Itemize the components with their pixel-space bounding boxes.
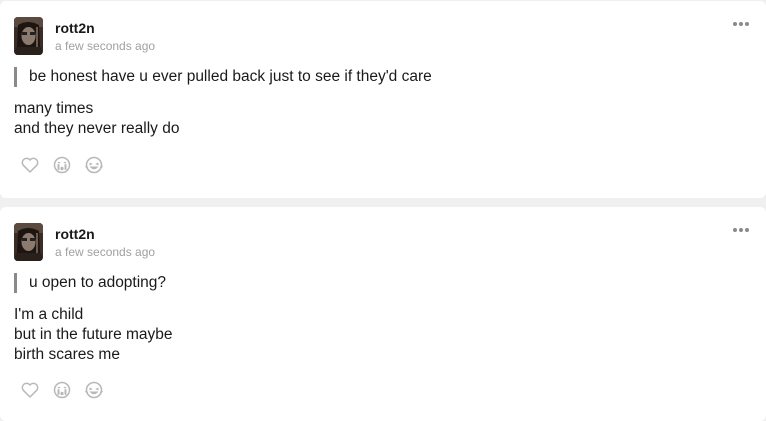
- username[interactable]: rott2n: [55, 225, 95, 243]
- laugh-reaction-button[interactable]: [84, 380, 104, 405]
- heart-icon: [20, 380, 40, 405]
- question-quote: u open to adopting?: [14, 273, 166, 293]
- laughing-face-icon: [84, 155, 104, 180]
- like-button[interactable]: [20, 157, 40, 177]
- avatar[interactable]: [14, 223, 43, 261]
- post-feed: rott2n a few seconds ago be honest have …: [0, 0, 766, 421]
- avatar[interactable]: [14, 17, 43, 55]
- reaction-bar: [20, 380, 116, 405]
- heart-icon: [20, 155, 40, 180]
- crying-face-icon: [52, 155, 72, 180]
- answer-text: I'm a child but in the future maybe birt…: [14, 305, 173, 365]
- answer-line: birth scares me: [14, 346, 120, 363]
- more-dots-icon[interactable]: [732, 17, 750, 31]
- like-button[interactable]: [20, 382, 40, 402]
- laugh-reaction-button[interactable]: [84, 155, 104, 180]
- answer-line: many times: [14, 100, 94, 117]
- answer-line: and they never really do: [14, 120, 180, 137]
- answer-line: but in the future maybe: [14, 326, 173, 343]
- reaction-bar: [20, 155, 116, 180]
- cry-reaction-button[interactable]: [52, 380, 72, 405]
- post-card: rott2n a few seconds ago be honest have …: [0, 1, 766, 198]
- question-quote: be honest have u ever pulled back just t…: [14, 67, 432, 87]
- crying-face-icon: [52, 380, 72, 405]
- answer-text: many times and they never really do: [14, 99, 179, 139]
- post-card: rott2n a few seconds ago u open to adopt…: [0, 207, 766, 421]
- cry-reaction-button[interactable]: [52, 155, 72, 180]
- timestamp: a few seconds ago: [55, 39, 156, 53]
- username[interactable]: rott2n: [55, 19, 95, 37]
- answer-line: I'm a child: [14, 306, 84, 323]
- laughing-face-icon: [84, 380, 104, 405]
- more-dots-icon[interactable]: [732, 223, 750, 237]
- timestamp: a few seconds ago: [55, 245, 156, 259]
